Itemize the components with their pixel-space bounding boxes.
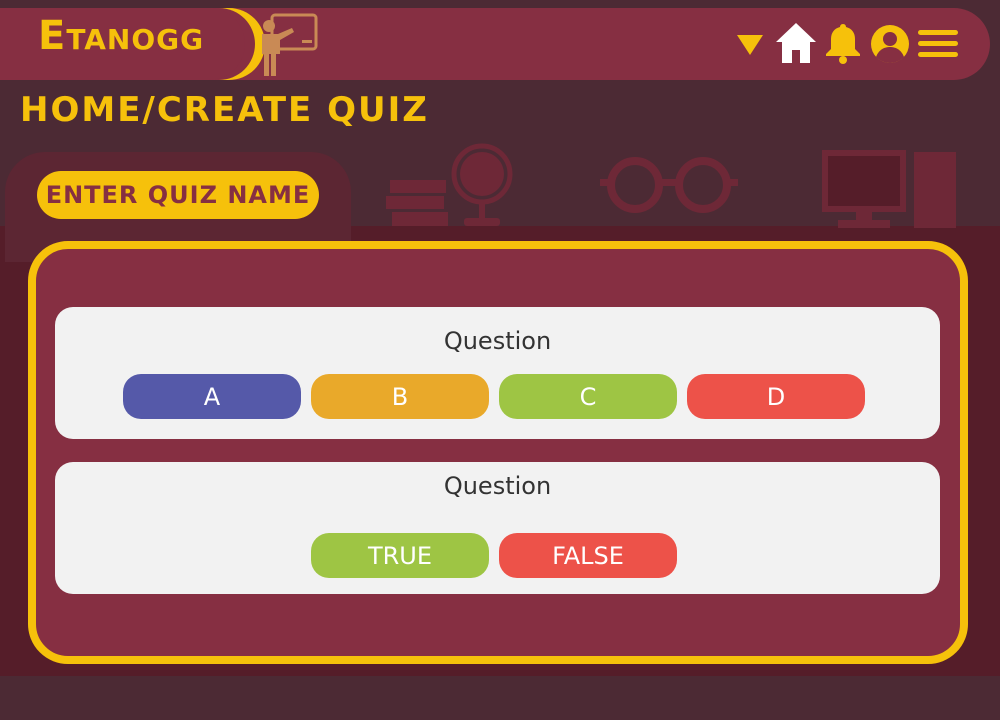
question-label[interactable]: Question <box>55 327 940 355</box>
enter-quiz-name-button[interactable]: ENTER QUIZ NAME <box>37 171 319 219</box>
option-d-button[interactable]: D <box>687 374 865 419</box>
question-label[interactable]: Question <box>55 472 940 500</box>
question-card-true-false[interactable]: Question TRUE FALSE <box>55 462 940 594</box>
computer-icon <box>822 150 956 228</box>
teacher-board-icon <box>262 13 318 76</box>
true-button[interactable]: TRUE <box>311 533 489 578</box>
menu-icon[interactable] <box>918 30 958 58</box>
footer-strip <box>0 676 1000 720</box>
user-icon[interactable] <box>870 24 910 64</box>
bell-icon[interactable] <box>825 22 861 64</box>
option-a-button[interactable]: A <box>123 374 301 419</box>
home-icon[interactable] <box>775 22 817 64</box>
app-logo[interactable]: ETANOGG <box>38 16 204 56</box>
question-card-multiple-choice[interactable]: Question A B C D <box>55 307 940 439</box>
quiz-editor-panel <box>28 241 968 664</box>
glasses-icon <box>600 157 738 213</box>
dropdown-triangle-icon[interactable] <box>737 35 763 55</box>
option-c-button[interactable]: C <box>499 374 677 419</box>
globe-icon <box>451 143 513 226</box>
false-button[interactable]: FALSE <box>499 533 677 578</box>
books-icon <box>386 180 448 226</box>
breadcrumb: HOME/CREATE QUIZ <box>20 90 429 130</box>
option-b-button[interactable]: B <box>311 374 489 419</box>
